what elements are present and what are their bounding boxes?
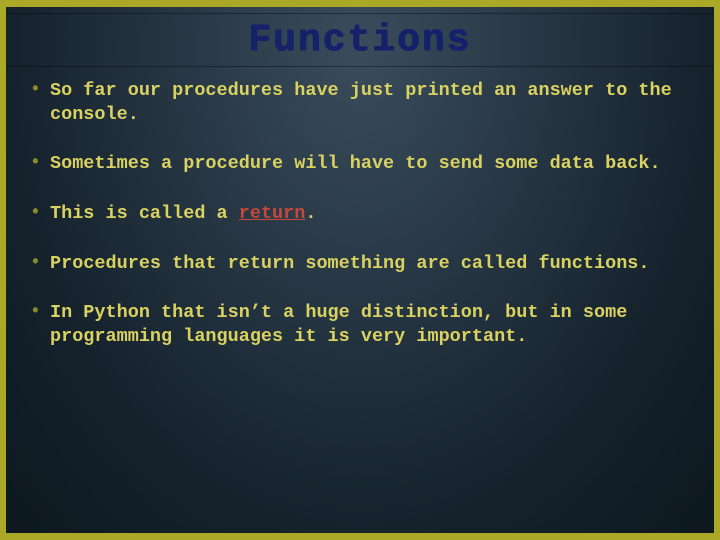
bullet-post: .: [305, 203, 316, 224]
list-item: Procedures that return something are cal…: [28, 252, 692, 276]
bullet-text: Sometimes a procedure will have to send …: [50, 153, 661, 174]
bullet-em: return: [239, 203, 306, 224]
title-bar: Functions: [6, 13, 714, 67]
bullet-text: Procedures that return something are cal…: [50, 253, 650, 274]
list-item: Sometimes a procedure will have to send …: [28, 152, 692, 176]
list-item: This is called a return.: [28, 202, 692, 226]
list-item: So far our procedures have just printed …: [28, 79, 692, 126]
bullet-text: So far our procedures have just printed …: [50, 80, 672, 125]
slide-title: Functions: [248, 19, 471, 62]
list-item: In Python that isn’t a huge distinction,…: [28, 301, 692, 348]
bullet-text: In Python that isn’t a huge distinction,…: [50, 302, 627, 347]
bullet-text: This is called a: [50, 203, 239, 224]
bullet-list: So far our procedures have just printed …: [28, 79, 692, 349]
slide-content: So far our procedures have just printed …: [28, 79, 692, 521]
slide: Functions So far our procedures have jus…: [6, 7, 714, 533]
